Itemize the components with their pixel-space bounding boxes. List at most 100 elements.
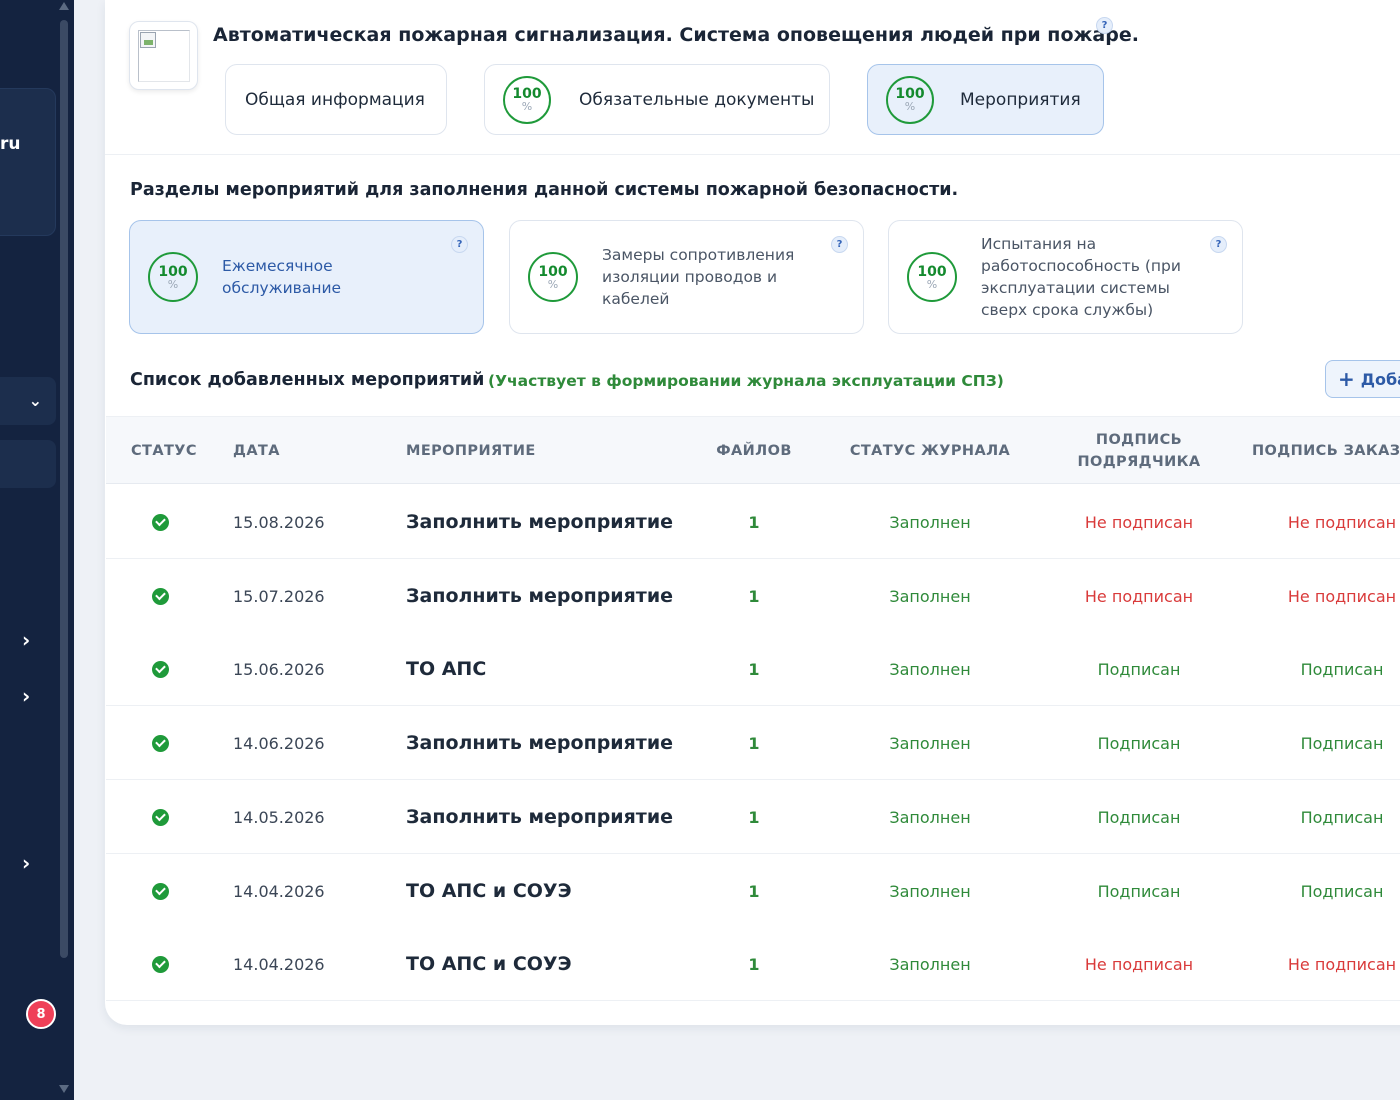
header-divider: [105, 154, 1400, 155]
section-card-label: Испытания на работоспособность (при эксп…: [981, 235, 1181, 319]
row-customer-sign: Подписан: [1300, 807, 1384, 827]
row-event-link[interactable]: Заполнить мероприятие: [406, 706, 673, 780]
row-date: 15.06.2026: [233, 659, 325, 679]
col-customer-sign[interactable]: Подпись заказч: [1252, 417, 1400, 485]
add-event-button[interactable]: + Доба: [1325, 360, 1400, 398]
section-card-tests[interactable]: 100 % Испытания на работоспособность (пр…: [888, 220, 1243, 334]
chevron-down-icon: ⌄: [28, 391, 42, 410]
chevron-right-icon[interactable]: ›: [22, 851, 30, 875]
row-journal-status: Заполнен: [889, 954, 971, 974]
row-customer-sign: Не подписан: [1287, 512, 1397, 532]
table-row[interactable]: 14.04.2026 ТО АПС и СОУЭ 1 Заполнен Подп…: [106, 854, 1400, 928]
row-files: 1: [748, 807, 760, 827]
progress-ring: 100 %: [528, 252, 578, 302]
sidebar-item-active[interactable]: [0, 440, 56, 488]
broken-image-icon: [138, 30, 190, 82]
row-event-link[interactable]: Заполнить мероприятие: [406, 559, 673, 633]
row-event-link[interactable]: Заполнить мероприятие: [406, 485, 673, 559]
scroll-up-arrow[interactable]: [59, 2, 69, 10]
tab-general-info[interactable]: Общая информация: [225, 64, 447, 135]
col-contractor-sign[interactable]: Подпись подрядчика: [1039, 417, 1239, 485]
col-date[interactable]: Дата: [233, 417, 280, 485]
scroll-down-arrow[interactable]: [59, 1085, 69, 1093]
status-check-icon: [151, 882, 169, 900]
row-journal-status: Заполнен: [889, 881, 971, 901]
help-icon[interactable]: ?: [451, 236, 468, 253]
chevron-right-icon[interactable]: ›: [22, 628, 30, 652]
tab-label: Мероприятия: [960, 89, 1081, 110]
sidebar-brand-text: ru: [0, 134, 21, 154]
table-row[interactable]: 15.08.2026 Заполнить мероприятие 1 Запол…: [106, 485, 1400, 559]
row-customer-sign: Подписан: [1300, 659, 1384, 679]
row-contractor-sign: Не подписан: [1084, 954, 1194, 974]
notification-badge[interactable]: 8: [26, 999, 56, 1029]
section-card-monthly[interactable]: 100 % Ежемесячное обслуживание: [129, 220, 484, 334]
row-date: 15.08.2026: [233, 512, 325, 532]
row-date: 14.05.2026: [233, 807, 325, 827]
section-card-insulation[interactable]: 100 % Замеры сопротивления изоляции пров…: [509, 220, 864, 334]
row-files: 1: [748, 733, 760, 753]
table-row[interactable]: 14.05.2026 Заполнить мероприятие 1 Запол…: [106, 780, 1400, 854]
sidebar: ru ⌄ › › › 8: [0, 0, 74, 1100]
status-check-icon: [151, 734, 169, 752]
row-event-link[interactable]: ТО АПС: [406, 632, 486, 706]
row-contractor-sign: Подписан: [1097, 881, 1181, 901]
row-event-link[interactable]: Заполнить мероприятие: [406, 780, 673, 854]
list-title: Список добавленных мероприятий: [130, 370, 485, 390]
row-files: 1: [748, 659, 760, 679]
tab-label: Обязательные документы: [579, 89, 815, 110]
row-date: 14.06.2026: [233, 733, 325, 753]
help-icon[interactable]: ?: [1096, 17, 1113, 34]
tab-required-docs[interactable]: 100 % Обязательные документы: [484, 64, 830, 135]
row-customer-sign: Не подписан: [1287, 586, 1397, 606]
col-event[interactable]: Мероприятие: [406, 417, 536, 485]
row-contractor-sign: Подписан: [1097, 807, 1181, 827]
sidebar-dropdown[interactable]: ⌄: [0, 377, 56, 425]
section-card-label: Замеры сопротивления изоляции проводов и…: [602, 246, 795, 308]
row-customer-sign: Не подписан: [1287, 954, 1397, 974]
table-row[interactable]: 15.07.2026 Заполнить мероприятие 1 Запол…: [106, 559, 1400, 633]
col-journal-status[interactable]: Статус журнала: [830, 417, 1030, 485]
table-row[interactable]: 15.06.2026 ТО АПС 1 Заполнен Подписан По…: [106, 632, 1400, 706]
page-title: Автоматическая пожарная сигнализация. Си…: [213, 24, 1139, 46]
progress-ring: 100 %: [503, 75, 551, 124]
progress-ring: 100 %: [148, 252, 198, 302]
row-event-link[interactable]: ТО АПС и СОУЭ: [406, 854, 572, 928]
row-date: 15.07.2026: [233, 586, 325, 606]
row-journal-status: Заполнен: [889, 586, 971, 606]
chevron-right-icon[interactable]: ›: [22, 684, 30, 708]
row-files: 1: [748, 586, 760, 606]
sidebar-scrollbar[interactable]: [60, 20, 68, 958]
row-date: 14.04.2026: [233, 881, 325, 901]
help-icon[interactable]: ?: [1210, 236, 1227, 253]
tab-events[interactable]: 100 % Мероприятия: [867, 64, 1104, 135]
section-card-label: Ежемесячное обслуживание: [222, 257, 342, 297]
tab-label: Общая информация: [245, 89, 425, 110]
system-thumbnail: [129, 21, 198, 90]
col-status[interactable]: Статус: [131, 417, 197, 485]
table-row[interactable]: 14.06.2026 Заполнить мероприятие 1 Запол…: [106, 706, 1400, 780]
row-customer-sign: Подписан: [1300, 881, 1384, 901]
status-check-icon: [151, 513, 169, 531]
row-files: 1: [748, 954, 760, 974]
col-files[interactable]: Файлов: [704, 417, 804, 485]
table-header: Статус Дата Мероприятие Файлов Статус жу…: [106, 416, 1400, 484]
progress-ring: 100 %: [907, 252, 957, 302]
row-journal-status: Заполнен: [889, 512, 971, 532]
row-contractor-sign: Подписан: [1097, 659, 1181, 679]
row-date: 14.04.2026: [233, 954, 325, 974]
row-contractor-sign: Подписан: [1097, 733, 1181, 753]
row-journal-status: Заполнен: [889, 659, 971, 679]
sidebar-profile-block[interactable]: [0, 88, 56, 236]
plus-icon: +: [1338, 367, 1355, 391]
help-icon[interactable]: ?: [831, 236, 848, 253]
row-journal-status: Заполнен: [889, 733, 971, 753]
row-contractor-sign: Не подписан: [1084, 586, 1194, 606]
row-journal-status: Заполнен: [889, 807, 971, 827]
status-check-icon: [151, 808, 169, 826]
status-check-icon: [151, 955, 169, 973]
list-note: (Участвует в формировании журнала эксплу…: [488, 372, 1004, 390]
status-check-icon: [151, 587, 169, 605]
row-event-link[interactable]: ТО АПС и СОУЭ: [406, 927, 572, 1001]
table-row[interactable]: 14.04.2026 ТО АПС и СОУЭ 1 Заполнен Не п…: [106, 927, 1400, 1001]
